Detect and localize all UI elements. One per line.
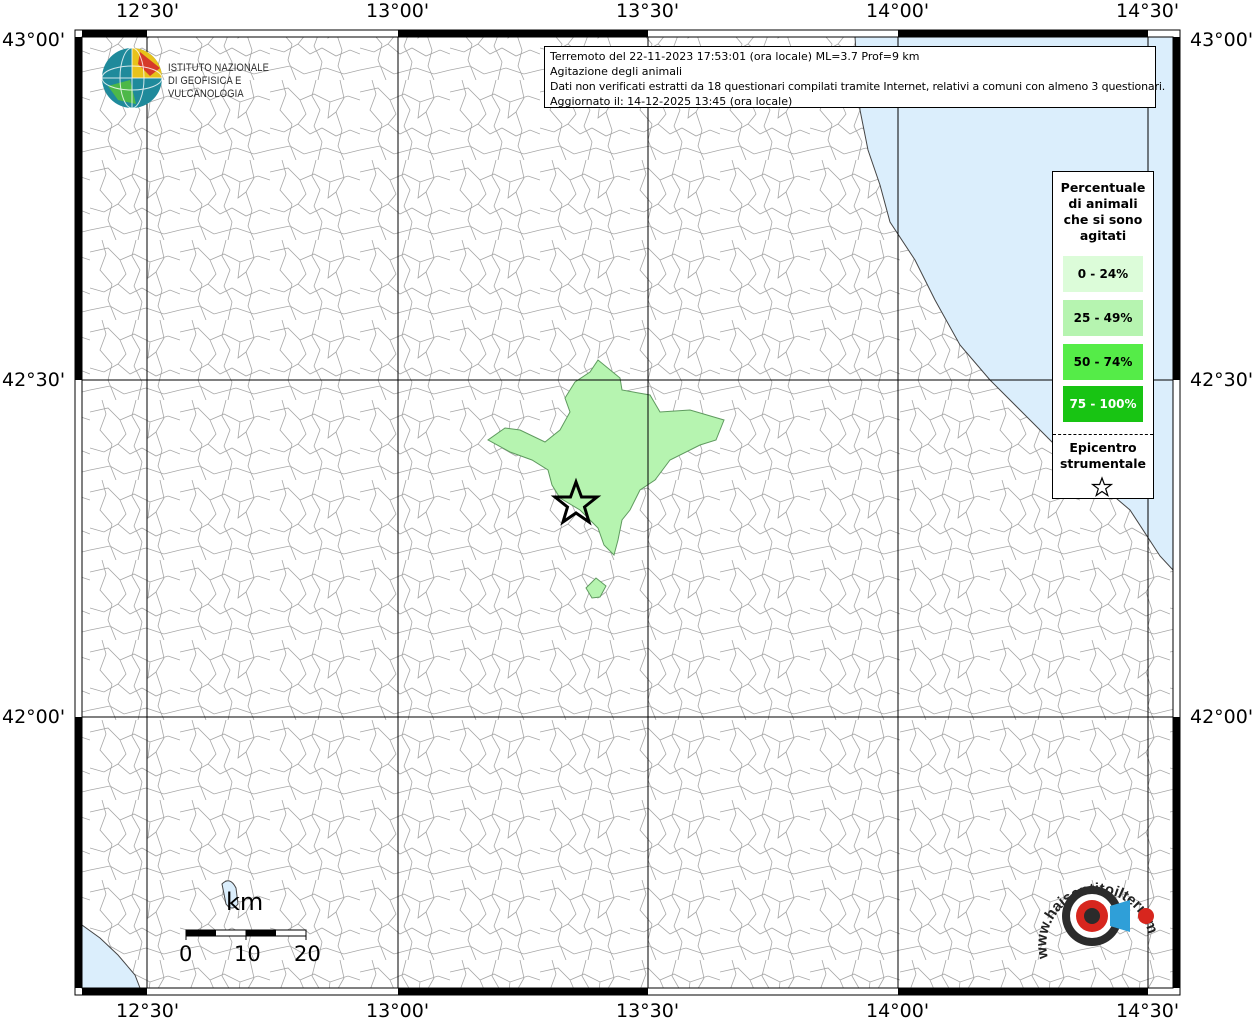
- legend-item-75-100: 75 - 100%: [1063, 386, 1143, 422]
- logo-line-1: ISTITUTO NAZIONALE: [168, 62, 270, 74]
- scale-label: 10: [234, 942, 261, 966]
- legend-item-0-24: 0 - 24%: [1063, 256, 1143, 292]
- legend-title-line: Percentuale: [1060, 180, 1146, 195]
- lon-label-bottom: 14°00': [866, 1000, 930, 1022]
- lat-label-left: 42°30': [2, 369, 66, 391]
- event-title: Terremoto del 22-11-2023 17:53:01 (ora l…: [550, 50, 920, 63]
- legend-epicenter-line: strumentale: [1059, 456, 1147, 471]
- logo-text: ISTITUTO NAZIONALE DI GEOFISICA E VULCAN…: [168, 62, 297, 101]
- data-note: Dati non verificati estratti da 18 quest…: [550, 80, 1166, 93]
- star-outline-icon: [1091, 476, 1113, 497]
- lat-label-right: 43°00': [1190, 29, 1254, 51]
- lon-label-bottom: 13°30': [616, 1000, 680, 1022]
- lon-label-bottom: 13°00': [366, 1000, 430, 1022]
- lon-label-top: 14°00': [866, 0, 930, 22]
- lon-label-top: 13°30': [616, 0, 680, 22]
- legend: Percentuale di animali che si sono agita…: [1052, 171, 1154, 499]
- lat-label-left: 42°00': [2, 706, 66, 728]
- legend-title-line: che si sono: [1063, 212, 1143, 227]
- legend-title-line: agitati: [1079, 228, 1127, 243]
- scale-label: 0: [179, 942, 193, 966]
- lon-label-top: 12°30': [116, 0, 180, 22]
- legend-epicenter-label: Epicentro strumentale: [1053, 440, 1153, 472]
- legend-title: Percentuale di animali che si sono agita…: [1053, 180, 1153, 244]
- legend-epicenter-line: Epicentro: [1069, 440, 1137, 455]
- scale-label: 20: [294, 942, 321, 966]
- scale-unit: km: [226, 888, 264, 916]
- lon-label-top: 14°30': [1116, 0, 1180, 22]
- event-info-box: Terremoto del 22-11-2023 17:53:01 (ora l…: [544, 46, 1166, 108]
- lat-label-right: 42°00': [1190, 706, 1254, 728]
- legend-item-25-49: 25 - 49%: [1063, 300, 1143, 336]
- lon-label-bottom: 12°30': [116, 1000, 180, 1022]
- ingv-logo: ISTITUTO NAZIONALE DI GEOFISICA E VULCAN…: [100, 46, 320, 110]
- lon-label-bottom: 14°30': [1116, 1000, 1180, 1022]
- map-subject: Agitazione degli animali: [550, 65, 683, 78]
- legend-separator: [1053, 434, 1153, 435]
- legend-title-line: di animali: [1068, 196, 1138, 211]
- logo-line-2: DI GEOFISICA E VULCANOLOGIA: [168, 75, 244, 100]
- lon-label-top: 13°00': [366, 0, 430, 22]
- globe-icon: [101, 47, 163, 109]
- haisentitoilterremoto-logo: www.haisentitoilterremoto.it: [1030, 862, 1161, 961]
- update-time: Aggiornato il: 14-12-2025 13:45 (ora loc…: [550, 95, 793, 108]
- lat-label-right: 42°30': [1190, 369, 1254, 391]
- legend-item-50-74: 50 - 74%: [1063, 344, 1143, 380]
- lat-label-left: 43°00': [2, 29, 66, 51]
